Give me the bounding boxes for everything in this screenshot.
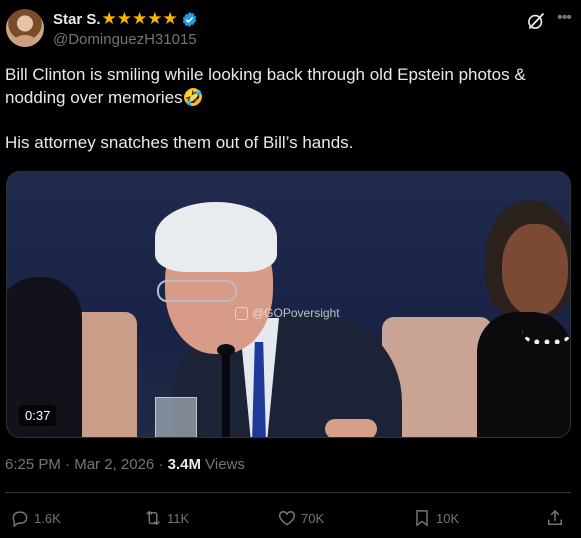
divider [5,492,571,493]
views-label: Views [200,456,245,473]
video-watermark: @GOPoversight [235,306,340,320]
display-name[interactable]: Star S. [53,11,101,28]
tweet-paragraph-1: Bill Clinton is smiling while looking ba… [5,63,571,109]
repost-button[interactable]: 11K [143,505,189,531]
repost-icon [146,510,160,526]
rolling-laughing-emoji-icon: 🤣 [182,88,204,107]
share-icon [548,509,562,525]
grok-icon[interactable] [526,11,546,31]
reply-icon [12,511,28,528]
tweet-meta: 6:25 PM · Mar 2, 2026 · 3.4M Views [5,456,245,473]
watermark-text: @GOPoversight [252,306,340,320]
bookmark-button[interactable]: 10K [412,505,459,531]
views-count: 3.4M [167,456,201,473]
action-bar: 1.6K 11K 70K 10K [0,505,581,531]
video-duration-badge: 0:37 [19,405,57,426]
hand [325,419,377,437]
bookmark-icon [416,510,428,527]
video-player[interactable]: @GOPoversight 0:37 [6,171,571,438]
bookmark-count: 10K [436,510,460,526]
like-count: 70K [301,510,325,526]
tweet-paragraph-2: His attorney snatches them out of Bill’s… [5,133,354,152]
verified-badge-icon[interactable] [181,11,198,28]
microphone [222,350,230,437]
post-time[interactable]: 6:25 PM [5,456,61,473]
tweet-text: Bill Clinton is smiling while looking ba… [5,63,571,154]
like-button[interactable]: 70K [277,505,324,531]
glasses [157,280,237,302]
meta-separator: · [60,456,75,473]
tweet-text-line-1: Bill Clinton is smiling while looking ba… [5,65,531,107]
name-row: Star S. ★★★★★ [53,10,198,28]
pearl-necklace [522,330,570,344]
woman-face [502,224,568,316]
clinton-hair [155,202,277,272]
user-handle[interactable]: @DominguezH31015 [53,31,197,48]
avatar[interactable] [6,9,44,47]
watermark-logo-icon [235,306,248,320]
water-glass [155,397,197,437]
reply-count: 1.6K [34,510,61,526]
meta-separator: · [154,456,168,473]
post-date[interactable]: Mar 2, 2026 [74,456,154,473]
heart-icon [278,510,296,526]
share-button[interactable] [545,505,565,531]
more-options-icon[interactable]: ••• [553,9,575,31]
reply-button[interactable]: 1.6K [10,505,61,531]
repost-count: 11K [167,510,190,526]
tweet-header: Star S. ★★★★★ @DominguezH31015 ••• [6,9,575,49]
star-emoji-icons: ★★★★★ [101,9,178,28]
